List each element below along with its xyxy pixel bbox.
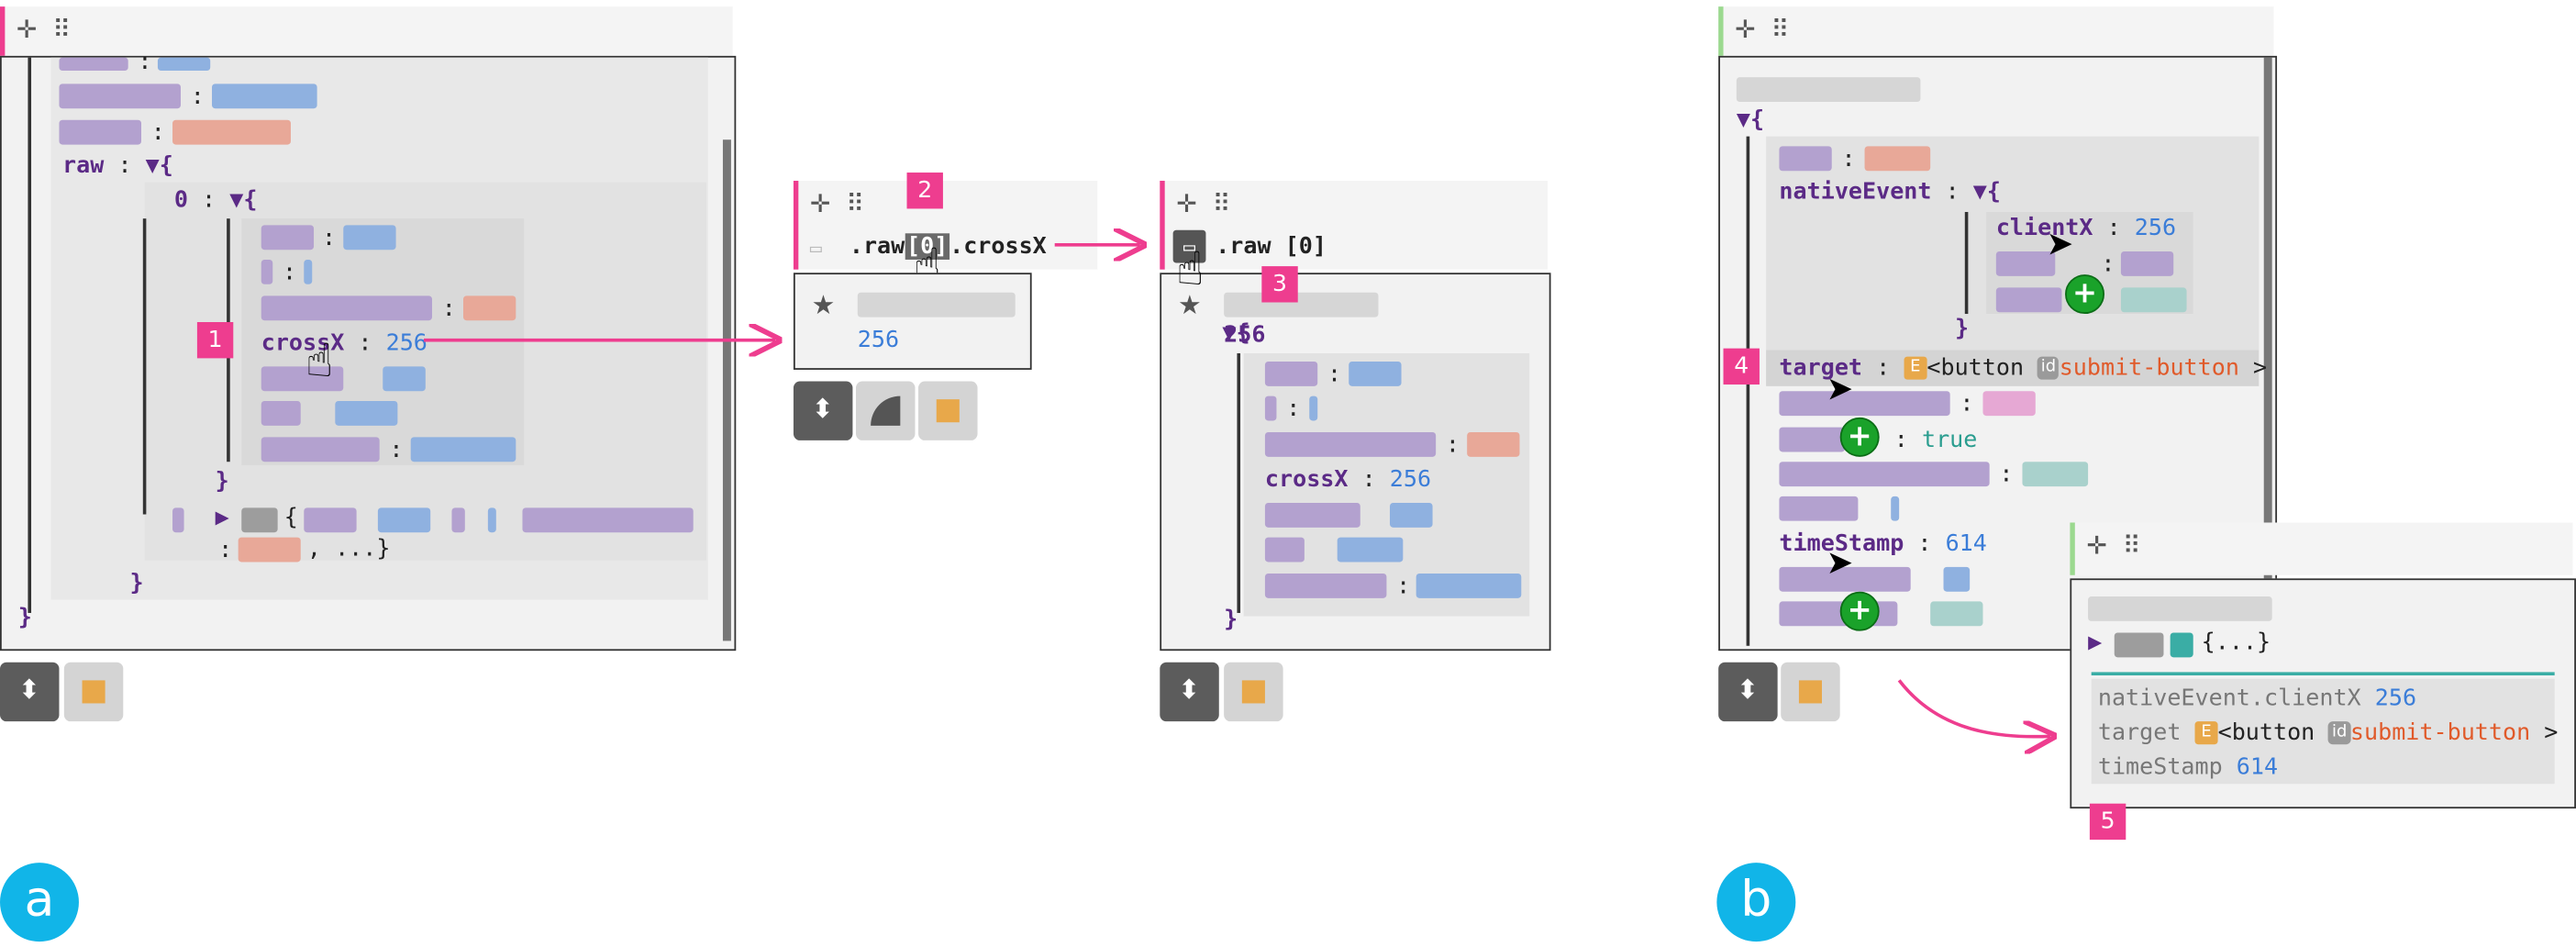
figure: ✛ ⠿ : : : raw : ▼{ 0 : ▼{ : : : crossX :… [0,0,2576,947]
arrow-b-to-5 [1897,679,2050,736]
subfigure-label-b: b [1716,863,1796,942]
subfigure-label-a: a [0,863,79,942]
connector-arrows [424,0,2576,947]
